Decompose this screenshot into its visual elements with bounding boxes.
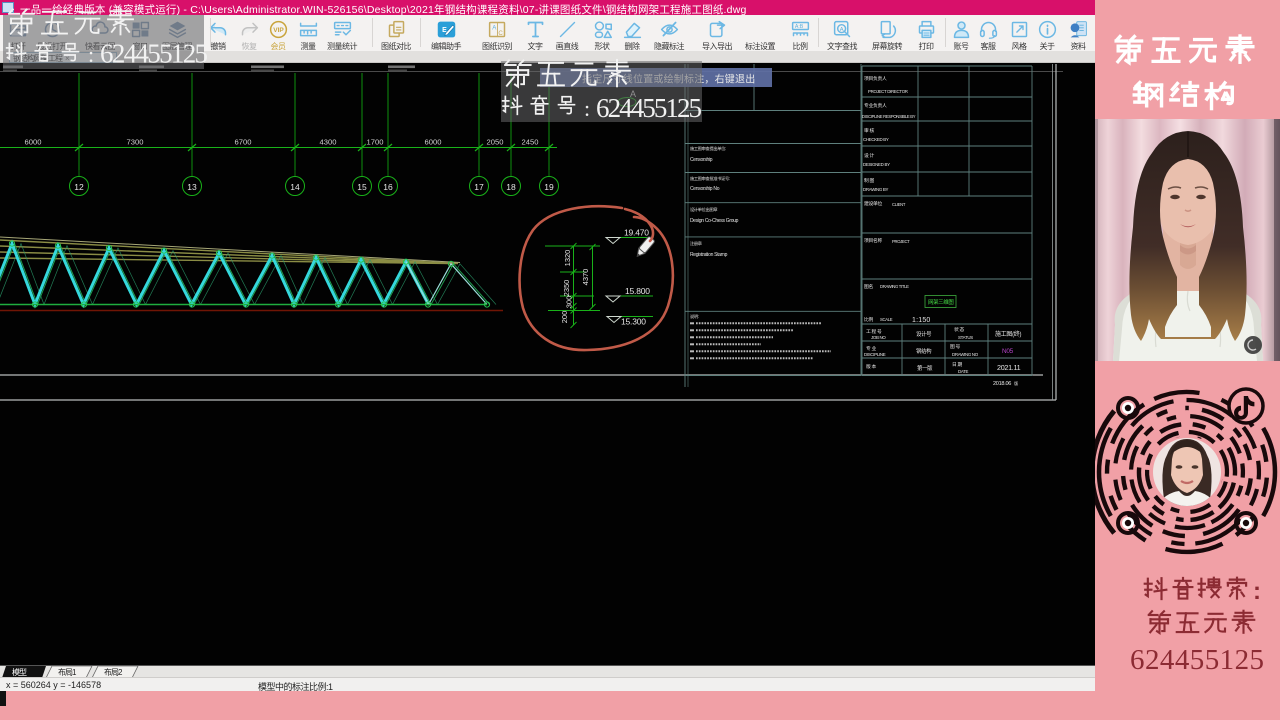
svg-text:STATUS: STATUS: [958, 335, 973, 340]
svg-text:状 态: 状 态: [954, 326, 965, 333]
svg-text:4300: 4300: [320, 138, 337, 147]
svg-text:2350: 2350: [562, 280, 571, 297]
svg-text:JOB NO: JOB NO: [871, 335, 886, 340]
svg-text:N05: N05: [1002, 348, 1014, 355]
svg-text:工 程 号: 工 程 号: [866, 328, 882, 335]
svg-text:专业负责人: 专业负责人: [864, 102, 887, 109]
svg-text:Censorship No: Censorship No: [690, 186, 720, 192]
svg-text:版: 版: [1014, 380, 1019, 387]
svg-text:15: 15: [357, 182, 367, 192]
svg-text:DISCIPLINE RESPONSIBLE BY: DISCIPLINE RESPONSIBLE BY: [862, 114, 916, 119]
svg-text:PROJECT: PROJECT: [892, 239, 910, 244]
svg-text:6000: 6000: [25, 138, 42, 147]
svg-text:19: 19: [544, 182, 554, 192]
svg-text:7300: 7300: [127, 138, 144, 147]
svg-text:A: A: [630, 89, 636, 99]
svg-text:图名: 图名: [864, 283, 873, 290]
svg-text:6700: 6700: [235, 138, 252, 147]
svg-text:A:B: A:B: [794, 24, 803, 30]
svg-text:DESIGNED BY: DESIGNED BY: [863, 162, 890, 167]
svg-text:Censorship: Censorship: [690, 157, 713, 163]
svg-text:日 期: 日 期: [952, 362, 963, 368]
svg-text:指定尺寸线位置或绘制标注，右键退出: 指定尺寸线位置或绘制标注，右键退出: [582, 73, 755, 86]
svg-text:18: 18: [506, 182, 516, 192]
svg-text:2450: 2450: [522, 138, 539, 147]
svg-text:1:150: 1:150: [912, 317, 931, 324]
svg-text:PROJECT DIRECTOR: PROJECT DIRECTOR: [868, 89, 908, 94]
svg-text:施工图审查批准书证号:: 施工图审查批准书证号:: [690, 175, 730, 182]
svg-text:VIP: VIP: [273, 27, 284, 34]
svg-text:17: 17: [474, 182, 484, 192]
svg-text:审 核: 审 核: [864, 127, 875, 134]
svg-text:注册章: 注册章: [690, 240, 702, 247]
svg-text:2050: 2050: [487, 138, 504, 147]
svg-text:16: 16: [383, 182, 393, 192]
svg-text:DISCIPLINE: DISCIPLINE: [864, 352, 886, 357]
svg-text:网架三维图: 网架三维图: [928, 298, 953, 306]
svg-text:DATE: DATE: [958, 369, 969, 374]
svg-text:专 业: 专 业: [866, 345, 877, 352]
svg-text:A: A: [492, 24, 497, 31]
svg-text:项目名称: 项目名称: [864, 237, 882, 244]
svg-text:15.800: 15.800: [625, 286, 650, 296]
svg-text:制 图: 制 图: [864, 177, 875, 184]
svg-text:DRAWING NO: DRAWING NO: [952, 352, 979, 357]
svg-text:2021.11: 2021.11: [997, 363, 1021, 372]
svg-text:图 号: 图 号: [950, 344, 961, 350]
svg-text:CHECKED BY: CHECKED BY: [863, 137, 889, 142]
svg-text:设计号: 设计号: [916, 330, 932, 338]
svg-text:第一版: 第一版: [917, 364, 933, 372]
svg-text:比例: 比例: [864, 316, 873, 323]
svg-text:13: 13: [187, 182, 197, 192]
svg-text:2018.06: 2018.06: [993, 381, 1011, 387]
svg-text:钢结构: 钢结构: [916, 347, 932, 355]
svg-text:Design Co-Chess Group: Design Co-Chess Group: [690, 218, 739, 224]
svg-text:4370: 4370: [581, 269, 590, 286]
svg-text:300: 300: [565, 296, 574, 309]
svg-text:施工图审查提出单位:: 施工图审查提出单位:: [690, 145, 726, 152]
svg-text:DRAWING BY: DRAWING BY: [863, 187, 889, 192]
svg-text:施工图(终): 施工图(终): [995, 330, 1021, 338]
svg-text:15.300: 15.300: [621, 317, 646, 327]
svg-text:C: C: [498, 29, 503, 36]
svg-text:12: 12: [74, 182, 84, 192]
svg-text:A: A: [839, 26, 843, 32]
svg-text:项目负责人: 项目负责人: [864, 75, 887, 82]
svg-text:Registration Stamp: Registration Stamp: [690, 252, 728, 258]
svg-text:200: 200: [560, 311, 569, 324]
svg-text:6000: 6000: [425, 138, 442, 147]
svg-text:DRAWING TITLE: DRAWING TITLE: [880, 284, 909, 289]
svg-text:14: 14: [290, 182, 300, 192]
svg-text:说明:: 说明:: [690, 313, 699, 320]
svg-text:设 计: 设 计: [864, 152, 875, 159]
svg-text:SCALE: SCALE: [880, 317, 893, 322]
svg-text:建设单位: 建设单位: [864, 200, 882, 207]
svg-text:CLIENT: CLIENT: [892, 202, 906, 207]
svg-text:1320: 1320: [563, 250, 572, 267]
svg-text:1700: 1700: [367, 138, 384, 147]
svg-text:19.470: 19.470: [624, 227, 649, 237]
svg-text:设计单位出图章: 设计单位出图章: [690, 206, 717, 213]
svg-text:版 本: 版 本: [866, 363, 877, 370]
